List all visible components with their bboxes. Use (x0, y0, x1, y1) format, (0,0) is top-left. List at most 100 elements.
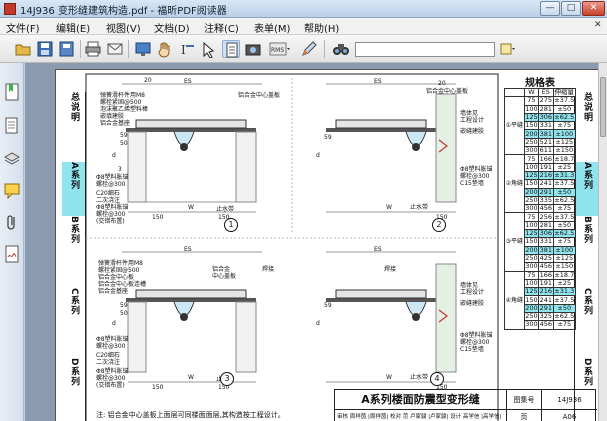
atlas-number: 14J936 (542, 390, 597, 410)
detail-3-label: 150 (152, 384, 164, 391)
menu-help[interactable]: 帮助(H) (304, 20, 339, 35)
attachments-icon[interactable] (4, 213, 20, 231)
document-viewer[interactable]: 总说明 A系列 B系列 C系列 D系列 总说明 A系列 B系列 C系列 D系列 (25, 63, 607, 421)
detail-3-label: 二次浇注 (96, 359, 121, 366)
page-view-icon[interactable] (222, 40, 240, 58)
spec-cell: ±37.5 (552, 179, 577, 189)
detail-4-label: ES (374, 246, 382, 253)
close-button[interactable]: ✕ (582, 1, 605, 16)
detail-2-label: d (316, 152, 320, 159)
save-icon[interactable] (36, 40, 54, 58)
detail-4-label: Φ8塑料胀锚 (460, 332, 493, 339)
menu-bar: 文件(F) 编辑(E) 视图(V) 文档(D) 注释(C) 表单(M) 帮助(H… (0, 18, 607, 35)
spec-cell: 611 (538, 146, 554, 156)
detail-3-label: ES (184, 246, 192, 253)
spec-cell: 275 (538, 96, 554, 106)
detail-1-label: 止水带 (216, 206, 235, 213)
spec-cell: ±75 (552, 204, 577, 214)
spec-table-title: 规格表 (525, 78, 555, 89)
detail-1-label: C20细石 (96, 190, 120, 197)
detail-3-label: 铝合金基座 (98, 288, 129, 295)
spec-group-label: ③平缝 (504, 212, 525, 272)
menu-file[interactable]: 文件(F) (6, 20, 40, 35)
detail-1-label: 3 (118, 166, 122, 173)
spec-cell: 456 (538, 204, 554, 214)
spec-cell: 166 (538, 154, 554, 164)
find-binoculars-icon[interactable] (332, 40, 350, 58)
snapshot-icon[interactable] (200, 40, 218, 59)
detail-2-label: 20 (438, 80, 446, 87)
menu-form[interactable]: 表单(M) (254, 20, 290, 35)
detail-1-number: 1 (224, 218, 238, 232)
detail-1-label: 铝合金中心盖板 (238, 92, 281, 99)
detail-3-label: 螺栓@300 (96, 343, 126, 350)
layers-icon[interactable] (3, 149, 21, 167)
detail-1-label: 铝合金基座 (100, 120, 131, 127)
menu-view[interactable]: 视图(V) (106, 20, 141, 35)
detail-1-label: 50 (120, 140, 128, 147)
maximize-button[interactable]: □ (561, 1, 581, 16)
detail-4-label: 59 (324, 302, 332, 309)
pdf-page: 总说明 A系列 B系列 C系列 D系列 总说明 A系列 B系列 C系列 D系列 (55, 69, 607, 421)
menu-document[interactable]: 文档(D) (154, 20, 190, 35)
search-input[interactable] (355, 42, 495, 57)
detail-1-label: 螺栓@300 (96, 211, 126, 218)
detail-2-label: 59 (324, 134, 332, 141)
print-icon[interactable] (84, 40, 102, 58)
detail-4-label: 止水带 (410, 374, 429, 381)
detail-3-label: 铝合金 (212, 266, 231, 273)
spec-group-label: ④角缝 (504, 270, 525, 330)
detail-1-label: Φ8塑料胀锚 (96, 204, 129, 211)
page-number: A06 (562, 413, 577, 421)
detail-3-label: 螺栓@300 (96, 375, 126, 382)
detail-2-drawing (326, 83, 457, 213)
menu-close-icon[interactable]: ✕ (594, 20, 602, 30)
pen-tool-icon[interactable] (300, 40, 318, 58)
detail-1-label: 嵌填建胶 (100, 113, 125, 120)
menu-comment[interactable]: 注释(C) (204, 20, 239, 35)
detail-2-number: 2 (432, 218, 446, 232)
spec-cell: 150 (523, 179, 540, 189)
toolbar-separator (324, 40, 325, 58)
detail-3-label: 焊接 (262, 266, 275, 273)
vertical-scrollbar[interactable] (598, 63, 607, 421)
scrollbar-thumb[interactable] (600, 77, 606, 137)
email-icon[interactable] (106, 40, 124, 58)
window-titlebar: 14J936 变形缝建筑构造.pdf - 福昕PDF阅读器 — □ ✕ (0, 0, 607, 18)
screen-icon[interactable] (134, 40, 152, 58)
spec-row: ③平缝 75 256 ±37.5 (504, 212, 577, 272)
signature-row: 审核 周祥茵 |周祥茵| 校对 范 卢家骏 |卢家骏| 设计 高学信 |高学信| (335, 410, 507, 421)
detail-3-label: 铝合金中心板 (98, 274, 135, 281)
pages-icon[interactable] (4, 117, 20, 135)
page-label: 页 (507, 410, 542, 421)
detail-1-label: (交错布置) (96, 218, 125, 225)
spec-cell: 75 (523, 212, 540, 222)
detail-3-label: d (112, 320, 116, 327)
detail-3-label: 螺栓紧固@500 (98, 267, 140, 274)
detail-3-drawing (122, 251, 262, 383)
search-options-icon[interactable] (498, 40, 516, 58)
comments-icon[interactable] (4, 181, 20, 200)
menu-edit[interactable]: 编辑(E) (56, 20, 90, 35)
detail-3-number: 3 (220, 372, 234, 386)
spec-cell: 125 (523, 287, 540, 297)
camera-icon[interactable] (244, 40, 262, 58)
save-as-icon[interactable] (58, 40, 76, 58)
atlas-number-label: 图集号 (507, 390, 542, 410)
select-text-icon[interactable]: I (178, 40, 196, 58)
spec-cell: 300 (523, 146, 540, 156)
spec-row: ②角缝 75 166 ±18.7 (504, 154, 577, 214)
spec-cell: 256 (538, 212, 554, 222)
bookmark-icon[interactable] (4, 83, 20, 101)
detail-2-label: Φ8塑料胀锚 (460, 166, 493, 173)
minimize-button[interactable]: — (540, 1, 560, 16)
hand-tool-icon[interactable] (156, 40, 174, 58)
detail-2-label: C15垫墙 (460, 180, 484, 187)
detail-1-drawing (122, 83, 262, 213)
spec-cell: 216 (538, 287, 554, 297)
detail-1-label: 螺栓@300 (96, 181, 126, 188)
open-folder-icon[interactable] (14, 40, 32, 58)
spec-table: W ES 伸缩量 ①平缝 75 275 ±37.5 100 281 ±50 125 306 ±62… (504, 87, 577, 330)
rms-icon[interactable]: RMS (268, 40, 292, 58)
signature-icon[interactable] (4, 245, 20, 263)
